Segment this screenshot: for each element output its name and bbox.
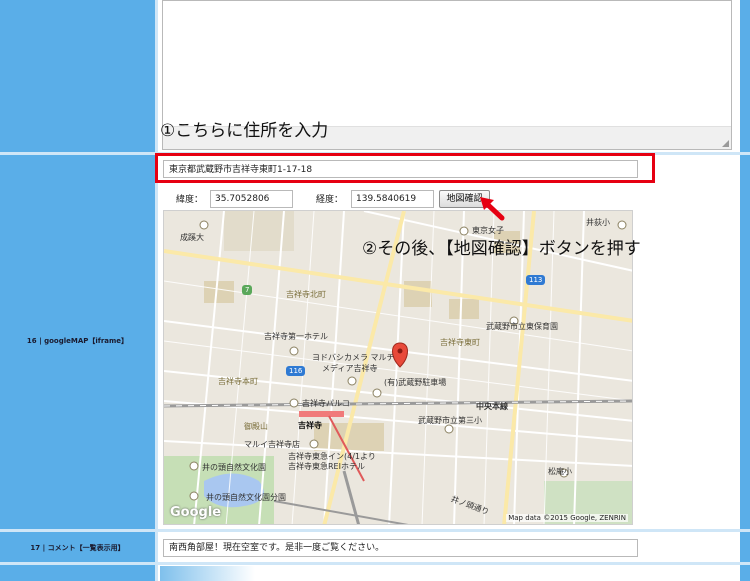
next-row-graphic	[160, 566, 255, 581]
map-label: 吉祥寺第一ホテル	[264, 332, 328, 341]
label-column	[0, 0, 155, 581]
google-logo: Google	[170, 505, 222, 520]
route-shield: 116	[286, 366, 306, 376]
map-label: 松庵小	[548, 467, 572, 476]
map-attribution[interactable]: Map data ©2015 Google, ZENRIN	[506, 514, 628, 522]
map-label: (有)武蔵野駐車場	[384, 378, 447, 387]
map-label: マルイ吉祥寺店	[244, 440, 300, 449]
map-label: 御殿山	[244, 422, 268, 431]
map-label: 中央本線	[476, 402, 508, 411]
map-label: 井の頭自然文化園	[202, 463, 266, 472]
map-label: 井の頭自然文化園分園	[206, 493, 286, 502]
map-label: 井荻小	[586, 218, 610, 227]
route-shield: 113	[526, 275, 546, 285]
latitude-label: 緯度：	[176, 195, 204, 205]
map-label: 吉祥寺北町	[286, 290, 326, 299]
longitude-input[interactable]: 139.5840619	[351, 190, 434, 208]
map-label: 武蔵野市立東保育園	[486, 322, 558, 331]
map-label: 吉祥寺	[298, 421, 322, 430]
row-divider	[0, 529, 750, 532]
map-label: 吉祥寺パルコ	[302, 399, 350, 408]
latitude-input[interactable]: 35.7052806	[210, 190, 293, 208]
callout-step1: ①こちらに住所を入力	[160, 121, 329, 141]
address-input[interactable]: 東京都武蔵野市吉祥寺東町1-17-18	[163, 160, 638, 178]
row-label-googlemap: 16 | googleMAP【iframe】	[26, 337, 129, 345]
map-label: ヨドバシカメラ マルチ	[312, 353, 395, 362]
comment-input[interactable]: 南西角部屋！現在空室です。是非一度ご覧ください。	[163, 539, 638, 557]
map-label: メディア吉祥寺	[322, 364, 378, 373]
resize-handle-icon[interactable]	[722, 140, 729, 147]
pointer-arrow-icon	[480, 197, 505, 221]
map-label: 成蹊大	[180, 233, 204, 242]
route-shield: 7	[242, 285, 253, 295]
map-label: 吉祥寺本町	[218, 377, 258, 386]
callout-step2: ②その後、【地図確認】ボタンを押す	[362, 239, 641, 259]
map-label: 吉祥寺東急REIホテル	[288, 462, 365, 471]
row-divider	[0, 562, 750, 565]
row-label-comment: 17 | コメント【一覧表示用】	[30, 544, 125, 552]
map-label: 武蔵野市立第三小	[418, 416, 482, 425]
map-label: 吉祥寺東町	[440, 338, 480, 347]
table-right-border	[740, 0, 750, 581]
column-divider	[155, 0, 158, 581]
longitude-label: 経度：	[316, 195, 344, 205]
